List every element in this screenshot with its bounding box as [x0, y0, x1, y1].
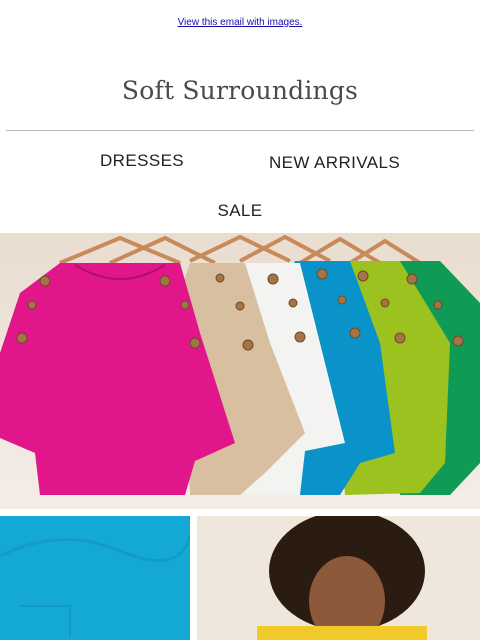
- turquoise-fabric-image[interactable]: [0, 516, 190, 640]
- view-email-with-images-link[interactable]: View this email with images.: [0, 17, 480, 28]
- nav-sale-link[interactable]: SALE: [0, 201, 480, 221]
- header-divider: [6, 130, 474, 131]
- nav-new-arrivals-link[interactable]: NEW ARRIVALS: [269, 153, 400, 173]
- model-yellow-top-image[interactable]: [197, 516, 480, 640]
- brand-logo[interactable]: Soft Surroundings: [0, 76, 480, 105]
- hero-image-colorful-tops[interactable]: [0, 233, 480, 509]
- nav-dresses-link[interactable]: DRESSES: [100, 151, 184, 171]
